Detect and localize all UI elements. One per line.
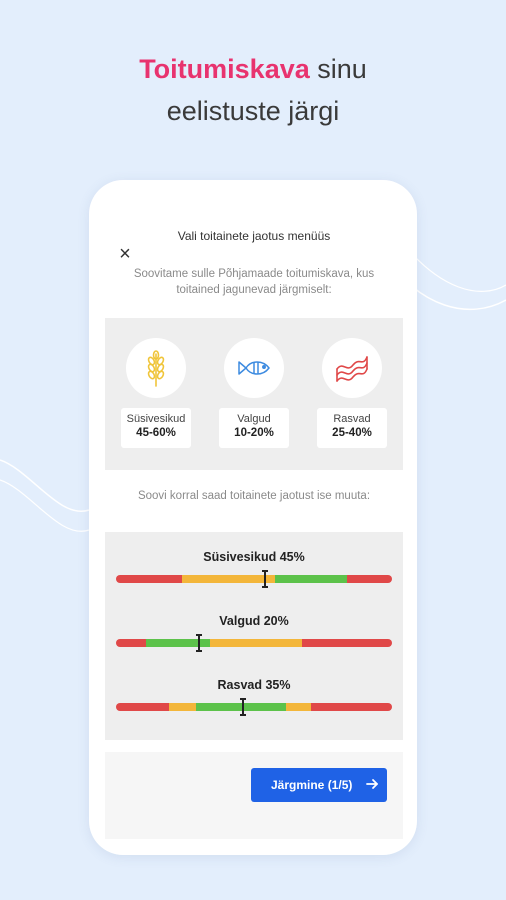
bacon-icon [322, 338, 382, 398]
next-button[interactable]: Järgmine (1/5) [251, 768, 387, 802]
fish-icon [224, 338, 284, 398]
slider-thumb[interactable] [196, 633, 202, 653]
nutrient-protein: Valgud 10-20% [214, 338, 294, 448]
customize-hint: Soovi korral saad toitainete jaotust ise… [137, 490, 371, 502]
slider-carbs: Süsivesikud 45% [105, 550, 403, 588]
recommended-nutrients: Süsivesikud 45-60% Valgud 10-20% Rasvad … [105, 318, 403, 470]
nutrient-name: Valgud [237, 413, 271, 425]
slider-track[interactable] [116, 639, 392, 647]
slider-thumb[interactable] [262, 569, 268, 589]
phone-frame: Vali toitainete jaotus menüüs × Soovitam… [89, 180, 417, 855]
headline-accent: Toitumiskava [139, 54, 310, 84]
nutrient-range: 10-20% [234, 427, 274, 439]
modal-footer: Järgmine (1/5) [105, 752, 403, 839]
nutrient-range: 25-40% [332, 427, 372, 439]
slider-label: Valgud 20% [219, 614, 289, 628]
slider-label: Rasvad 35% [217, 678, 291, 692]
intro-text: Soovitame sulle Põhjamaade toitumiskava,… [133, 268, 375, 296]
headline-rest: sinu [309, 54, 367, 84]
nutrient-modal: Vali toitainete jaotus menüüs × Soovitam… [105, 214, 403, 839]
nutrient-name: Rasvad [333, 413, 371, 425]
nutrient-label-box: Valgud 10-20% [219, 408, 289, 448]
page-headline: Toitumiskava sinu eelistuste järgi [0, 48, 506, 132]
next-button-label: Järgmine (1/5) [271, 778, 353, 792]
slider-protein: Valgud 20% [105, 614, 403, 652]
slider-fats: Rasvad 35% [105, 678, 403, 716]
slider-thumb[interactable] [240, 697, 246, 717]
headline-line2: eelistuste järgi [166, 96, 340, 126]
nutrient-carbs: Süsivesikud 45-60% [116, 338, 196, 448]
close-icon[interactable]: × [117, 244, 133, 264]
nutrient-sliders: Süsivesikud 45% Valgud 20% Rasvad 35% [105, 532, 403, 740]
slider-track[interactable] [116, 703, 392, 711]
nutrient-fats: Rasvad 25-40% [312, 338, 392, 448]
nutrient-label-box: Rasvad 25-40% [317, 408, 387, 448]
arrow-right-icon [366, 779, 378, 789]
wheat-icon [126, 338, 186, 398]
nutrient-label-box: Süsivesikud 45-60% [121, 408, 191, 448]
modal-title: Vali toitainete jaotus menüüs [177, 229, 331, 243]
slider-label: Süsivesikud 45% [203, 550, 305, 564]
nutrient-name: Süsivesikud [126, 413, 186, 425]
nutrient-range: 45-60% [136, 427, 176, 439]
slider-track[interactable] [116, 575, 392, 583]
